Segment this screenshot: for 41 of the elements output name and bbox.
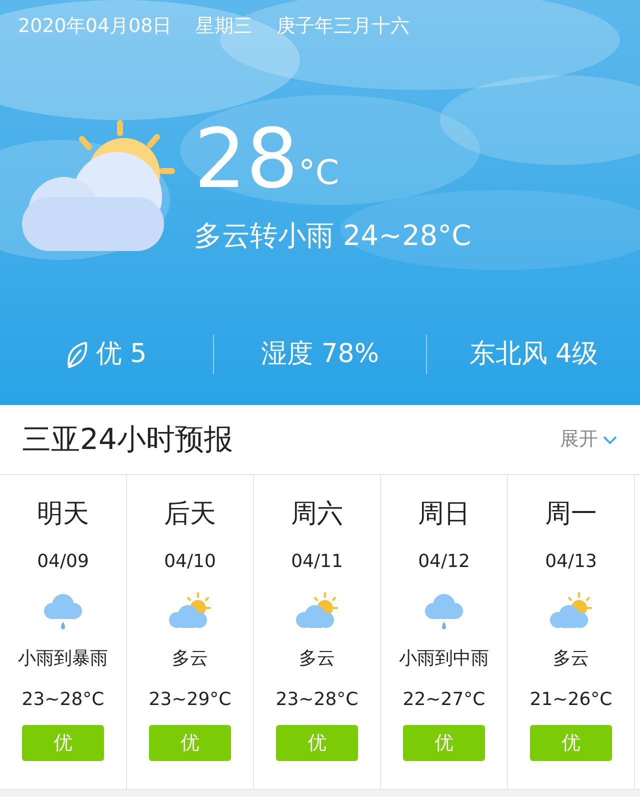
weekday-text: 星期三 [196, 14, 253, 39]
stat-text: 东北风 4级 [469, 338, 598, 371]
air-quality-badge: 优 [403, 725, 485, 761]
partly-cloudy-icon [547, 591, 595, 631]
date-label: 04/13 [545, 550, 597, 574]
day-label: 周日 [418, 498, 470, 531]
temperature-text: 28 [194, 118, 298, 200]
partly-cloudy-icon [166, 591, 214, 631]
day-label: 周六 [291, 498, 343, 531]
expand-button[interactable]: 展开 [560, 425, 618, 454]
weather-summary: 多云转小雨 24~28°C [194, 218, 472, 254]
forecast-title: 三亚24小时预报 [22, 420, 233, 458]
weather-description: 小雨到暴雨 [18, 647, 108, 671]
weather-description: 多云 [299, 647, 335, 671]
weather-description: 多云 [172, 647, 208, 671]
air-quality-badge: 优 [22, 725, 104, 761]
temperature-range: 23~28°C [22, 688, 104, 712]
day-label: 后天 [164, 498, 216, 531]
temperature-range: 23~28°C [276, 688, 358, 712]
temperature-range: 23~29°C [148, 688, 232, 712]
day-label: 明天 [37, 498, 89, 531]
day-label: 周一 [545, 498, 597, 531]
leaf-icon [66, 340, 88, 368]
weather-description: 小雨到中雨 [399, 647, 489, 671]
unit-text: °C [298, 152, 340, 194]
partly-cloudy-icon [293, 591, 341, 631]
chevron-down-icon [602, 434, 618, 444]
weather-description: 多云 [553, 647, 589, 671]
date-text: 2020年04月08日 [18, 14, 172, 39]
temperature-range: 21~26°C [530, 688, 612, 712]
air-quality-badge: 优 [149, 725, 231, 761]
air-quality-badge: 优 [276, 725, 358, 761]
date-label: 04/11 [291, 550, 343, 574]
temperature-range: 22~27°C [402, 688, 486, 712]
date-label: 04/10 [164, 550, 216, 574]
date-label: 04/12 [418, 550, 470, 574]
date-label: 04/09 [37, 550, 89, 574]
lunar-date-text: 庚子年三月十六 [276, 14, 410, 39]
stat-text: 优 5 [96, 338, 147, 371]
air-quality-badge: 优 [530, 725, 612, 761]
stat-text: 湿度 78% [260, 338, 380, 371]
